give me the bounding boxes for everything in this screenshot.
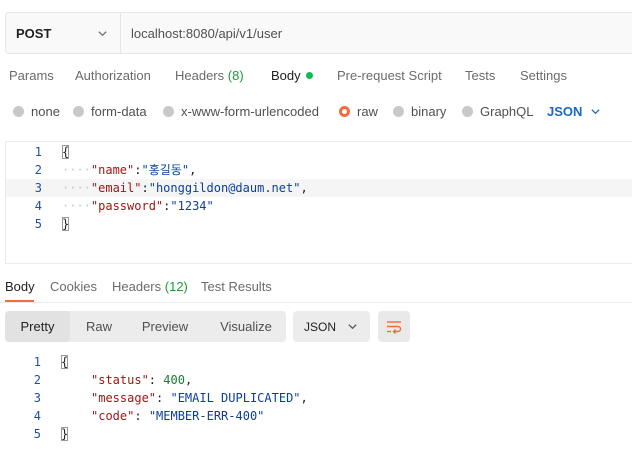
request-tabs: Params Authorization Headers (8) Body Pr… — [0, 60, 632, 92]
body-language-select[interactable]: JSON — [547, 104, 601, 119]
radio-circle-icon — [163, 106, 174, 117]
code-line: 1 { — [5, 353, 632, 371]
code-line: 4 ····"password":"1234" — [6, 197, 632, 215]
response-tab-headers[interactable]: Headers (12) — [112, 279, 188, 294]
line-number: 1 — [33, 355, 41, 369]
tab-body[interactable]: Body — [271, 68, 313, 83]
code-line: 1 { — [6, 143, 632, 161]
radio-selected-icon — [339, 106, 350, 117]
wrap-lines-button[interactable] — [378, 311, 410, 342]
headers-count: (12) — [164, 279, 188, 294]
json-value: "1234" — [170, 199, 214, 213]
json-key: "code" — [91, 409, 135, 423]
radio-binary[interactable]: binary — [393, 104, 446, 119]
tab-settings[interactable]: Settings — [520, 68, 567, 83]
radio-x-www-form-urlencoded[interactable]: x-www-form-urlencoded — [163, 104, 319, 119]
line-number: 2 — [34, 163, 42, 177]
view-visualize-button[interactable]: Visualize — [209, 311, 283, 342]
radio-circle-icon — [73, 106, 84, 117]
open-brace: { — [62, 145, 70, 159]
tab-headers[interactable]: Headers (8) — [175, 68, 244, 83]
chevron-down-icon — [591, 109, 601, 115]
response-view-group: Pretty Raw Preview Visualize — [5, 311, 286, 342]
code-line: 5 } — [5, 425, 632, 443]
code-line: 3 "message": "EMAIL DUPLICATED", — [5, 389, 632, 407]
json-key: "message" — [91, 391, 157, 405]
open-brace: { — [61, 355, 69, 369]
request-bar: POST localhost:8080/api/v1/user — [5, 12, 632, 54]
json-key: "name" — [90, 163, 135, 177]
tab-tests[interactable]: Tests — [465, 68, 495, 83]
radio-raw[interactable]: raw — [339, 104, 378, 119]
close-brace: } — [61, 427, 69, 441]
json-value: 400 — [163, 373, 185, 387]
wrap-lines-icon — [387, 320, 402, 334]
view-raw-button[interactable]: Raw — [73, 311, 125, 342]
body-type-radios: none form-data x-www-form-urlencoded raw… — [0, 100, 632, 124]
line-number: 5 — [33, 427, 41, 441]
radio-circle-icon — [13, 106, 24, 117]
chevron-down-icon — [348, 324, 357, 330]
line-number: 4 — [33, 409, 41, 423]
json-value: "EMAIL DUPLICATED" — [170, 391, 301, 405]
line-number: 2 — [33, 373, 41, 387]
view-pretty-button[interactable]: Pretty — [5, 311, 70, 342]
json-value: "MEMBER-ERR-400" — [148, 409, 265, 423]
radio-circle-icon — [393, 106, 404, 117]
json-key: "status" — [91, 373, 149, 387]
tab-params[interactable]: Params — [9, 68, 54, 83]
json-value: "홍길동" — [141, 163, 190, 177]
code-line: 4 "code": "MEMBER-ERR-400" — [5, 407, 632, 425]
json-key: "email" — [90, 181, 142, 195]
headers-count: (8) — [227, 68, 244, 83]
radio-circle-icon — [462, 106, 473, 117]
code-line-current: 3 ····"email":"honggildon@daum.net", — [6, 179, 632, 197]
json-value: "honggildon@daum.net" — [148, 181, 301, 195]
close-brace: } — [62, 217, 70, 231]
response-body-viewer: 1 { 2 "status": 400, 3 "message": "EMAIL… — [5, 352, 632, 452]
line-number: 1 — [34, 145, 42, 159]
method-select[interactable]: POST — [6, 13, 121, 53]
radio-form-data[interactable]: form-data — [73, 104, 147, 119]
method-label: POST — [16, 25, 52, 41]
active-tab-underline — [5, 300, 34, 302]
line-number: 3 — [34, 181, 42, 195]
response-tab-cookies[interactable]: Cookies — [50, 279, 97, 294]
code-line: 5 } — [6, 215, 632, 233]
modified-dot-icon — [305, 72, 313, 79]
chevron-down-icon — [98, 30, 107, 36]
request-body-editor[interactable]: 1 { 2 ····"name":"홍길동", 3 ····"email":"h… — [5, 141, 632, 264]
tab-pre-request-script[interactable]: Pre-request Script — [337, 68, 442, 83]
line-number: 3 — [33, 391, 41, 405]
tab-authorization[interactable]: Authorization — [75, 68, 151, 83]
code-line: 2 ····"name":"홍길동", — [6, 161, 632, 179]
view-preview-button[interactable]: Preview — [131, 311, 199, 342]
response-tab-body[interactable]: Body — [5, 279, 35, 294]
radio-graphql[interactable]: GraphQL — [462, 104, 533, 119]
response-tab-test-results[interactable]: Test Results — [201, 279, 272, 294]
code-line: 2 "status": 400, — [5, 371, 632, 389]
indent-guide: ···· — [62, 199, 91, 213]
response-format-select[interactable]: JSON — [293, 311, 370, 342]
line-number: 4 — [34, 199, 42, 213]
url-input[interactable]: localhost:8080/api/v1/user — [121, 13, 632, 53]
indent-guide: ···· — [62, 163, 91, 177]
line-number: 5 — [34, 217, 42, 231]
response-tabs: Body Cookies Headers (12) Test Results — [0, 272, 632, 303]
json-key: "password" — [90, 199, 164, 213]
radio-none[interactable]: none — [13, 104, 60, 119]
indent-guide: ···· — [62, 181, 91, 195]
